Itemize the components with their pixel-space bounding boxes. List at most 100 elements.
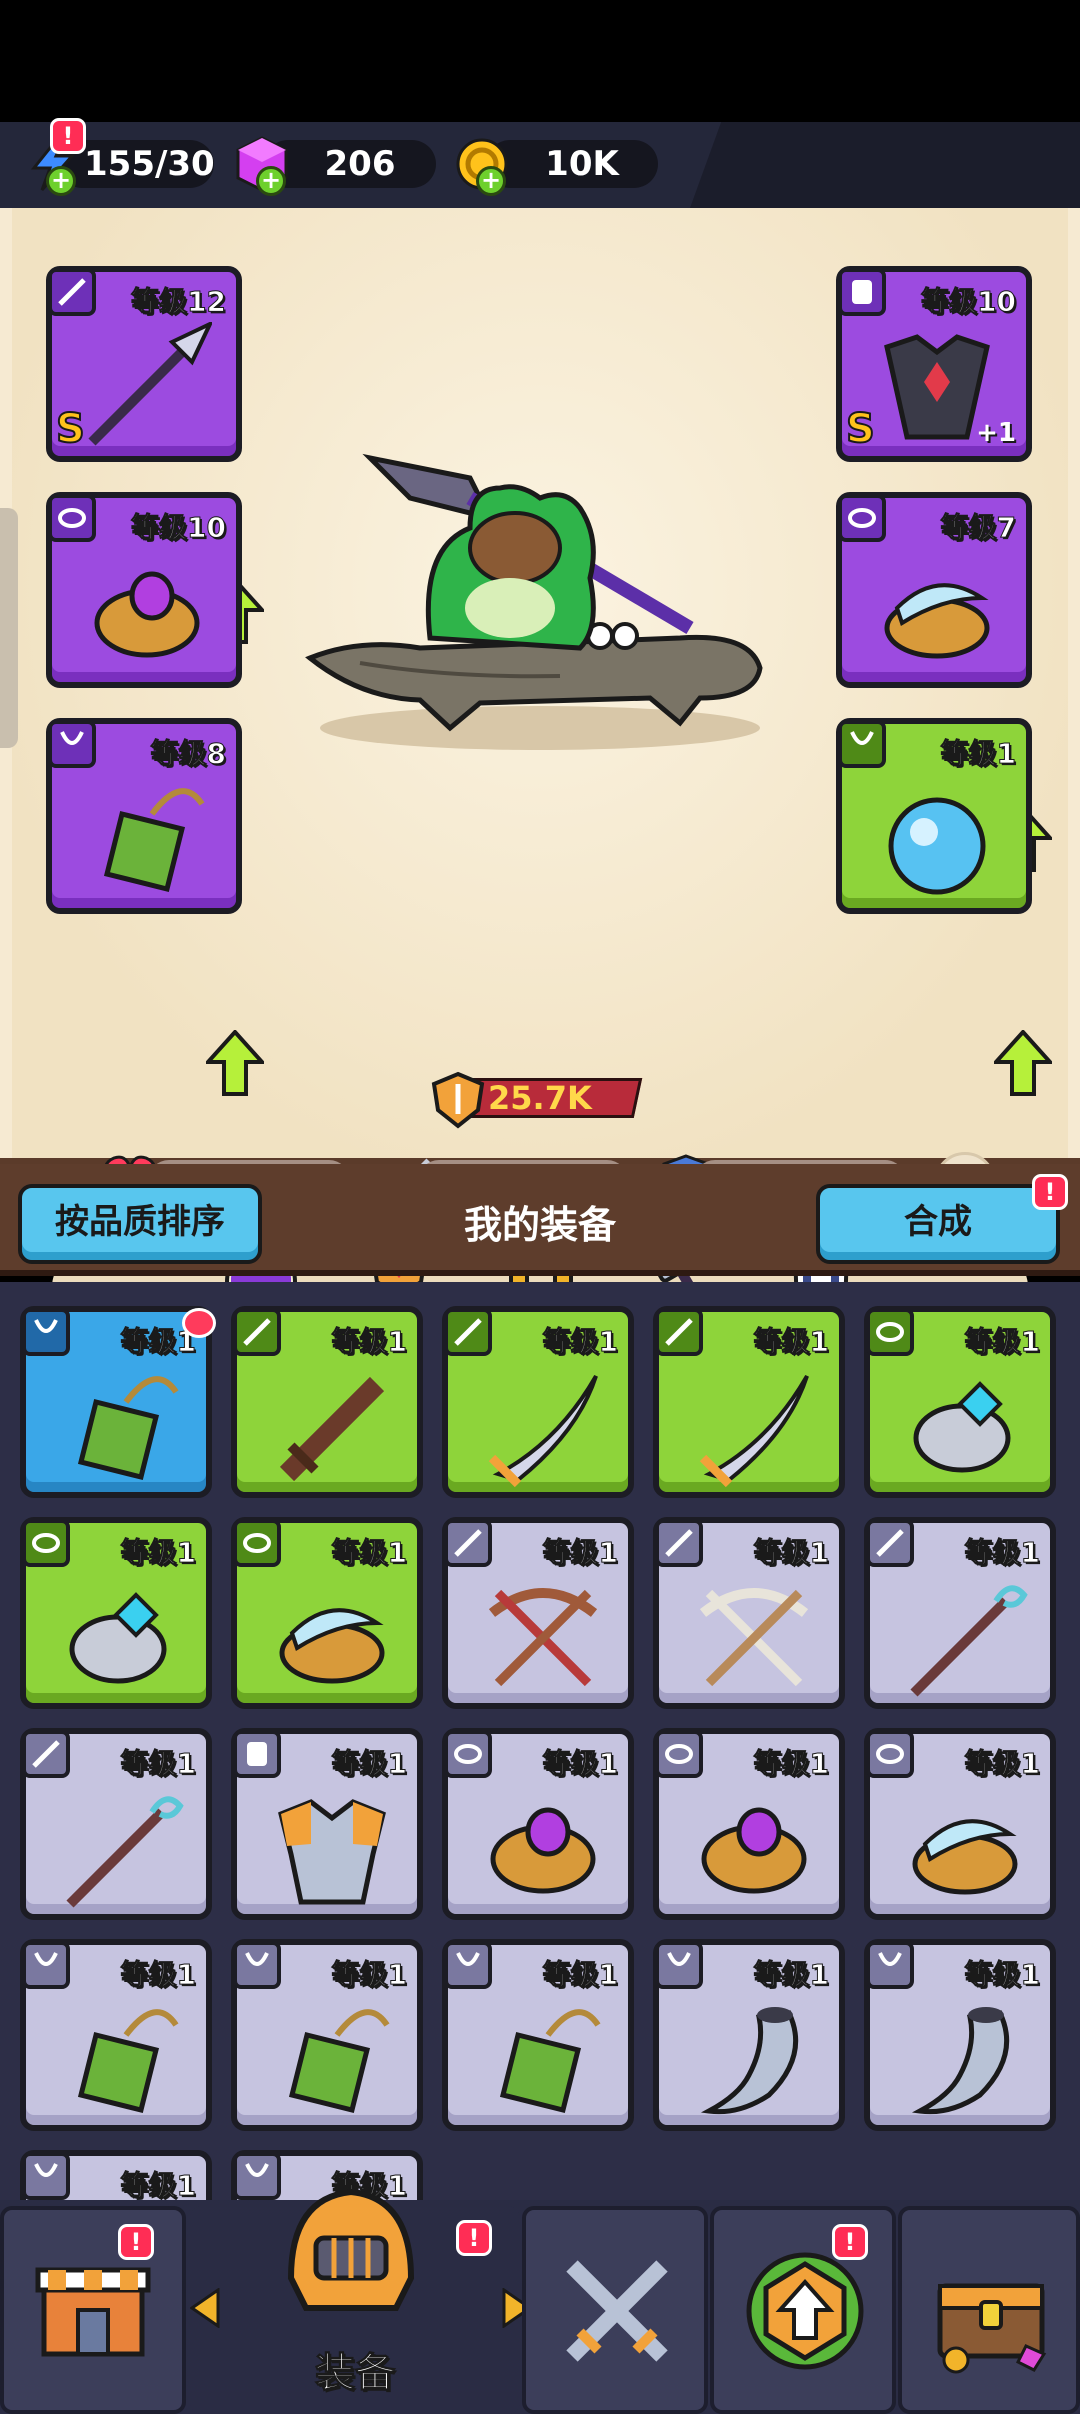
nav-active-label: 装备 [315,2350,396,2397]
nav-tab-shop[interactable]: ! [0,2206,186,2414]
inventory-item[interactable]: 等级1 [442,1517,634,1709]
item-level: 等级1 [964,1958,1040,1992]
equipment-header: 按品质排序 我的装备 合成 ! [0,1164,1080,1276]
hero-panel: 等级12 S 等级10 等级8 等级10 S +1 等级7 等级1 25.7K [0,208,1080,1351]
upgrade-icon [746,2252,864,2370]
spear-icon [88,322,212,446]
slot-grade: S [845,405,876,453]
inventory-item[interactable]: 等级1 [231,1728,423,1920]
inventory-item[interactable]: 等级1 [653,1728,845,1920]
necklace-type-icon [22,2152,70,2200]
item-level: 等级1 [331,1325,407,1359]
inventory-item[interactable]: 等级1 [231,1517,423,1709]
nav-tab-battle[interactable] [522,2206,708,2414]
slot-level: 等级10 [921,285,1017,319]
weapon-type-icon [655,1519,703,1567]
item-level: 等级1 [753,1958,829,1992]
item-level: 等级1 [753,1747,829,1781]
ring-type-icon [444,1730,492,1778]
ring-type-icon [866,1730,914,1778]
energy-plus-icon[interactable]: + [46,166,76,196]
weapon-type-icon [48,268,96,316]
inventory-item[interactable]: 等级1 [653,1939,845,2131]
water-orb-icon [888,797,986,895]
equip-slot-weapon[interactable]: 等级12 S [46,266,242,462]
feather-ring-icon [279,1608,385,1684]
inventory-item[interactable]: 等级1 [231,1306,423,1498]
necklace-type-icon [233,1941,281,1989]
armor-type-icon [233,1730,281,1778]
nav-tab-equipment[interactable]: ! 装备 [190,2188,532,2414]
treasure-chest-icon [937,2283,1047,2374]
equip-slot-ring-right[interactable]: 等级7 [836,492,1032,688]
weapon-type-icon [866,1519,914,1567]
gold-armor-icon [278,1799,386,1905]
equip-slot-armor[interactable]: 等级10 S +1 [836,266,1032,462]
inventory-item[interactable]: 等级1 [20,2150,212,2200]
equip-slot-orb[interactable]: 等级1 [836,718,1032,914]
slot-level: 等级1 [940,737,1016,771]
item-level: 等级1 [120,2169,196,2201]
inventory-item[interactable]: 等级1 [20,1517,212,1709]
item-level: 等级1 [120,1747,196,1781]
slot-level: 等级10 [131,511,227,545]
necklace-type-icon [233,2152,281,2200]
slot-level: 等级7 [940,511,1016,545]
chevron-left-icon[interactable] [190,2288,220,2328]
gems-plus-icon[interactable]: + [256,166,286,196]
inventory-item[interactable]: 等级1 [864,1517,1056,1709]
nav-tab-upgrade[interactable]: ! [710,2206,896,2414]
weapon-type-icon [655,1308,703,1356]
necklace-type-icon [838,720,886,768]
inventory-item[interactable]: 等级1 [864,1306,1056,1498]
inventory-item[interactable]: 等级1 [442,1728,634,1920]
inventory-item[interactable]: 等级1 [442,1306,634,1498]
currency-bar: 155/30 ! + 206 + 10K + [0,118,1080,208]
gold-ring-icon [701,1807,807,1894]
inventory-item[interactable]: 等级1 [653,1306,845,1498]
merge-button[interactable]: 合成 [816,1184,1060,1264]
inventory-item[interactable]: 等级1 [231,1939,423,2131]
upgrade-arrow-icon [994,1030,1052,1096]
coins-value: 10K [545,144,619,184]
helmet-icon [287,2188,415,2311]
merge-badge: ! [1032,1174,1068,1210]
equipment-grid: 等级1 等级1 等级1 等级1 等级1 等级1 等级1 等级1 等级1 等级1 等级1 等级1 等级1 等… [0,1282,1080,2200]
green-amulet-icon [499,2009,601,2114]
inventory-item[interactable]: 等级1 [20,1939,212,2131]
inventory-item[interactable]: 等级1 [864,1728,1056,1920]
side-drawer-handle[interactable] [0,508,18,748]
upgrade-arrow-icon [206,1030,264,1096]
inventory-item[interactable]: 等级1 [20,1306,212,1498]
crossbow-icon [488,1588,598,1687]
weapon-type-icon [444,1308,492,1356]
nav-tab-treasure[interactable] [898,2206,1080,2414]
ring-type-icon [48,494,96,542]
equip-slot-ring-left[interactable]: 等级10 [46,492,242,688]
wooden-sword-icon [279,1376,385,1482]
energy-badge: ! [50,118,86,154]
item-level: 等级1 [542,1958,618,1992]
item-level: 等级1 [964,1536,1040,1570]
inventory-item[interactable]: 等级1 [653,1517,845,1709]
item-level: 等级1 [753,1325,829,1359]
inventory-item[interactable]: 等级1 [864,1939,1056,2131]
coins-plus-icon[interactable]: + [476,166,506,196]
feather-ring-icon [912,1819,1018,1895]
slot-grade: S [55,405,86,453]
necklace-type-icon [48,720,96,768]
diamond-ring-icon [913,1381,1011,1473]
scimitar-icon [488,1375,598,1488]
item-level: 等级1 [120,1536,196,1570]
horn-icon [700,2007,799,2115]
inventory-item[interactable]: 等级1 [442,1939,634,2131]
equip-slot-necklace[interactable]: 等级8 [46,718,242,914]
necklace-type-icon [22,1941,70,1989]
weapon-type-icon [233,1308,281,1356]
necklace-type-icon [22,1308,70,1356]
staff-icon [910,1585,1028,1697]
combat-power: 25.7K [428,1070,643,1129]
inventory-item[interactable]: 等级1 [20,1728,212,1920]
necklace-type-icon [444,1941,492,1989]
item-level: 等级1 [542,1747,618,1781]
